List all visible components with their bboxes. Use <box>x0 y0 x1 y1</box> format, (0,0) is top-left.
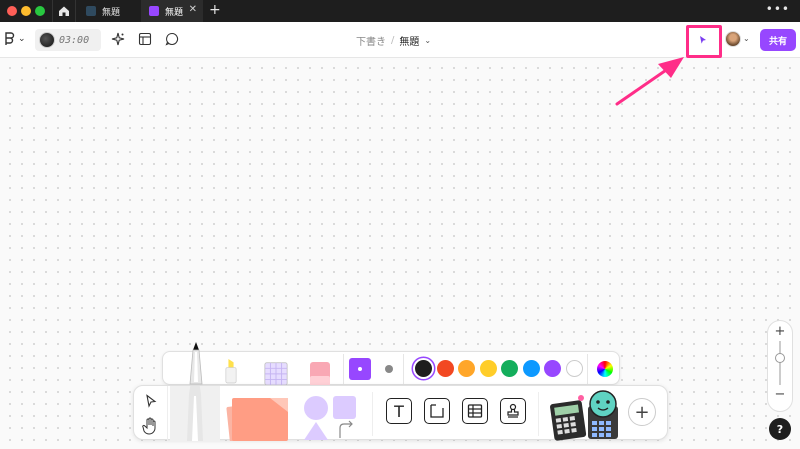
washi-tape-icon[interactable] <box>263 358 289 386</box>
color-swatch[interactable] <box>436 360 454 377</box>
zoom-slider[interactable] <box>775 341 785 385</box>
zoom-out-button[interactable]: − <box>775 387 786 402</box>
chevron-down-icon[interactable]: ⌄ <box>424 36 431 45</box>
stroke-size-small-selected[interactable] <box>349 358 371 380</box>
new-tab-button[interactable]: + <box>209 2 221 18</box>
text-icon: T <box>394 401 404 421</box>
more-menu-button[interactable]: ••• <box>766 2 790 16</box>
main-menu-button[interactable]: ⌄ <box>4 32 26 46</box>
home-icon <box>59 6 69 16</box>
palette-divider <box>587 354 588 384</box>
figjam-file-icon <box>149 6 159 16</box>
shapes-tool[interactable] <box>300 392 360 440</box>
zoom-slider-handle[interactable] <box>775 353 785 363</box>
minimize-window-button[interactable] <box>21 6 31 16</box>
color-swatch[interactable] <box>544 360 561 377</box>
color-swatch[interactable] <box>458 360 475 377</box>
text-tool-button[interactable]: T <box>386 398 412 424</box>
top-toolbar: ⌄ 03:00 下書き / 無題 ⌄ ⌄ 共有 <box>0 22 800 58</box>
drawing-palette <box>162 342 620 386</box>
home-tab[interactable] <box>52 0 76 22</box>
section-icon <box>430 404 444 418</box>
color-picker-icon[interactable] <box>597 361 613 377</box>
sticky-note-tool[interactable] <box>222 390 294 441</box>
help-button[interactable]: ? <box>769 418 791 440</box>
stamp-tool-button[interactable] <box>500 398 526 424</box>
highlight-annotation-box <box>686 25 722 58</box>
tab-file-2-active[interactable]: 無題 ✕ <box>141 0 203 22</box>
chevron-down-icon[interactable]: ⌄ <box>743 34 750 43</box>
user-avatar[interactable] <box>725 31 741 47</box>
table-tool-button[interactable] <box>462 398 488 424</box>
color-swatch[interactable] <box>522 360 540 377</box>
color-swatch[interactable] <box>415 360 432 377</box>
timer-text: 03:00 <box>59 34 90 46</box>
widgets-tool[interactable] <box>548 388 622 441</box>
color-swatch[interactable] <box>565 360 583 377</box>
timer-widget[interactable]: 03:00 <box>35 29 101 51</box>
color-swatch[interactable] <box>501 360 518 377</box>
palette-divider <box>403 354 404 384</box>
title-bar: 無題 無題 ✕ + ••• <box>0 0 800 22</box>
palette-divider <box>343 354 344 384</box>
size-dot <box>358 367 362 371</box>
dock-divider <box>372 392 373 436</box>
section-tool-button[interactable] <box>424 398 450 424</box>
breadcrumb-drafts[interactable]: 下書き <box>356 33 386 48</box>
more-tools-button[interactable]: + <box>628 398 656 426</box>
timer-avatar <box>39 32 55 48</box>
file-icon <box>86 6 96 16</box>
zoom-control: + − <box>767 320 793 412</box>
bottom-toolbar: T + <box>133 356 668 441</box>
comment-button[interactable] <box>165 32 179 46</box>
pen-tool[interactable] <box>170 356 220 441</box>
ai-button[interactable] <box>111 32 125 46</box>
tab-file-1[interactable]: 無題 <box>78 0 140 22</box>
figjam-logo-icon <box>5 32 15 45</box>
sparkle-icon <box>111 32 125 46</box>
tab-label: 無題 <box>102 7 121 18</box>
templates-button[interactable] <box>138 32 152 46</box>
close-window-button[interactable] <box>7 6 17 16</box>
hand-icon[interactable] <box>142 417 158 435</box>
share-button[interactable]: 共有 <box>760 29 796 51</box>
pen-icon <box>187 356 203 441</box>
dock-divider <box>538 392 539 436</box>
chevron-down-icon: ⌄ <box>18 34 26 44</box>
pointer-icon[interactable] <box>144 394 158 408</box>
marker-pen-icon[interactable] <box>187 342 205 386</box>
file-name[interactable]: 無題 <box>399 33 419 48</box>
highlighter-icon[interactable] <box>225 358 237 384</box>
tab-label: 無題 <box>165 7 184 18</box>
breadcrumb-separator: / <box>391 35 395 46</box>
maximize-window-button[interactable] <box>35 6 45 16</box>
layout-icon <box>138 32 152 46</box>
breadcrumb: 下書き / 無題 ⌄ <box>356 33 431 48</box>
close-tab-icon[interactable]: ✕ <box>189 4 197 15</box>
color-swatch[interactable] <box>479 360 497 377</box>
stroke-size-large[interactable] <box>385 365 393 373</box>
comment-icon <box>165 32 179 46</box>
zoom-in-button[interactable]: + <box>775 324 786 339</box>
stamp-icon <box>507 403 519 418</box>
eraser-icon[interactable] <box>309 360 331 386</box>
table-icon <box>467 404 483 418</box>
cursor-tools <box>134 386 168 441</box>
